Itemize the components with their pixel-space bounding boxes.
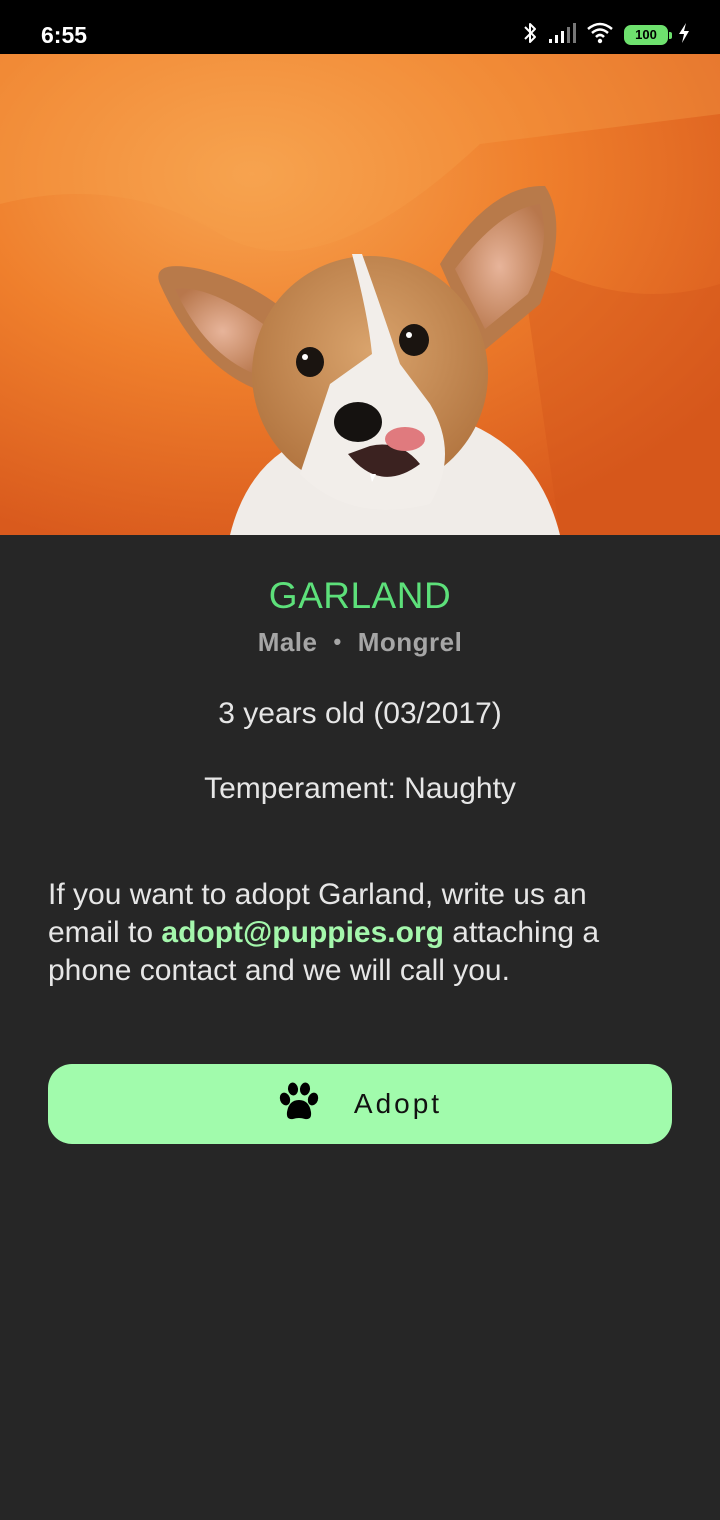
status-time: 6:55 bbox=[41, 22, 88, 48]
status-bar: 6:55 100 bbox=[0, 0, 720, 54]
status-icons: 100 bbox=[522, 20, 690, 50]
adoption-instructions: If you want to adopt Garland, write us a… bbox=[48, 876, 648, 990]
signal-icon bbox=[548, 22, 576, 49]
wifi-icon bbox=[586, 22, 614, 49]
pet-age: 3 years old (03/2017) bbox=[218, 697, 502, 730]
bluetooth-icon bbox=[522, 21, 538, 50]
paw-icon bbox=[278, 1082, 320, 1127]
pet-photo bbox=[0, 54, 720, 535]
battery-tip bbox=[669, 32, 672, 39]
battery-level: 100 bbox=[635, 27, 657, 42]
battery-icon: 100 bbox=[624, 25, 672, 45]
pet-temperament: Temperament: Naughty bbox=[204, 772, 516, 805]
adopt-button-label: Adopt bbox=[353, 1088, 443, 1119]
pet-meta: Male • Mongrel bbox=[0, 626, 720, 658]
adopt-button[interactable]: Adopt bbox=[48, 1064, 672, 1144]
pet-detail-screen: 6:55 100 GARLAND Male • Mongrel 3 years … bbox=[0, 0, 720, 1520]
pet-gender: Male bbox=[257, 627, 318, 657]
adoption-email-link[interactable]: adopt@puppies.org bbox=[161, 916, 444, 949]
pet-name: GARLAND bbox=[268, 575, 452, 616]
charging-icon bbox=[678, 22, 690, 49]
pet-breed: Mongrel bbox=[357, 627, 463, 657]
meta-separator: • bbox=[333, 629, 342, 654]
puppy-image bbox=[0, 54, 720, 535]
